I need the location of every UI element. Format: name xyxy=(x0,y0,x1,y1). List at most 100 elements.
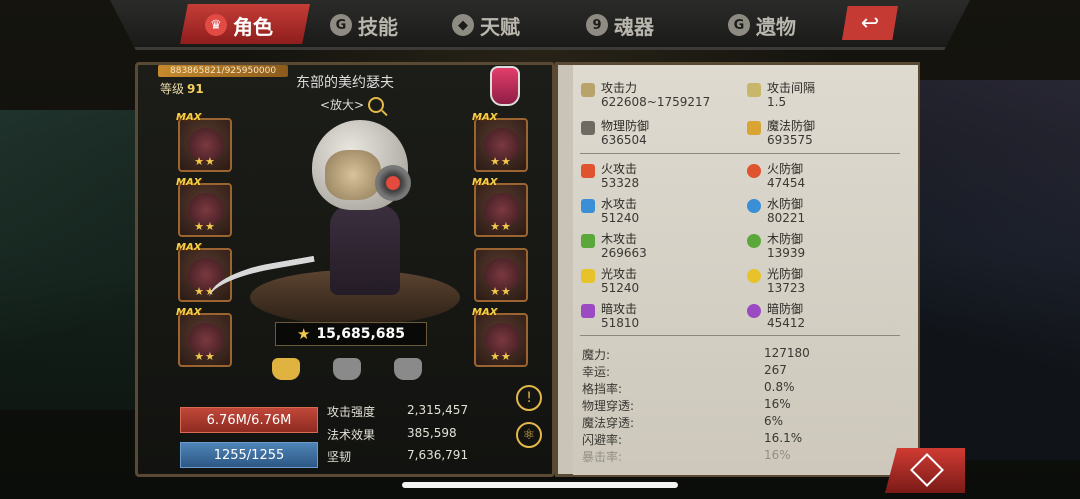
light-sword-icon xyxy=(581,269,595,283)
wood-sword-icon xyxy=(581,234,595,248)
stat-value: 45412 xyxy=(767,316,806,330)
stat-wood-attack: 木攻击 269663 xyxy=(581,232,647,260)
return-arrow-icon: ↩ xyxy=(860,10,880,36)
diamond-icon xyxy=(910,453,944,487)
stat-label: 木防御 xyxy=(767,232,804,246)
stat-label: 水防御 xyxy=(767,197,804,211)
stat-value: 16% xyxy=(764,397,791,411)
stat-crit-rate: 暴击率: 16% xyxy=(582,448,882,465)
sword-icon xyxy=(581,83,595,97)
stat-value: 385,598 xyxy=(407,426,457,440)
stat-magic-penetration: 魔法穿透: 6% xyxy=(582,414,882,431)
alert-icon[interactable]: ! xyxy=(516,385,542,411)
stat-spell-effect: 法术效果 385,598 xyxy=(327,426,487,443)
stat-value: 47454 xyxy=(767,176,806,190)
stat-value: 127180 xyxy=(764,346,810,360)
background-building-left xyxy=(0,110,140,410)
equip-slot-right-3[interactable]: ★★ xyxy=(474,248,528,302)
stat-physical-defense: 物理防御 636504 xyxy=(581,119,650,147)
stat-value: 13723 xyxy=(767,281,806,295)
equip-slot-right-1[interactable]: MAX ★★ xyxy=(472,112,528,172)
star-rating: ★★ xyxy=(490,220,512,233)
potion-icon[interactable] xyxy=(490,66,520,106)
stat-label: 火防御 xyxy=(767,162,804,176)
armor-set-icon-1[interactable] xyxy=(272,358,300,380)
max-badge: MAX xyxy=(176,112,202,123)
star-rating: ★★ xyxy=(194,220,216,233)
stat-attack-interval: 攻击间隔 1.5 xyxy=(747,81,816,109)
stat-label: 光攻击 xyxy=(601,267,638,281)
tab-talent[interactable]: ◆ 天赋 xyxy=(452,8,520,42)
stat-value: 16.1% xyxy=(764,431,803,445)
soul-icon: 9 xyxy=(586,14,608,36)
equip-slot-right-2[interactable]: MAX ★★ xyxy=(472,177,528,237)
stat-label: 木攻击 xyxy=(601,232,638,246)
hero-level: 等级 91 xyxy=(160,80,204,97)
stat-value: 269663 xyxy=(601,246,647,260)
star-rating: ★★ xyxy=(194,350,216,363)
armor-set-icon-3[interactable] xyxy=(394,358,422,380)
stat-label: 物理防御 xyxy=(601,119,650,133)
stat-physical-penetration: 物理穿透: 16% xyxy=(582,397,882,414)
light-shield-icon xyxy=(747,269,761,283)
tab-skills[interactable]: G 技能 xyxy=(330,8,398,42)
water-sword-icon xyxy=(581,199,595,213)
relic-icon: G xyxy=(728,14,750,36)
stat-label: 法术效果 xyxy=(327,428,376,442)
divider xyxy=(580,335,900,336)
stat-label: 光防御 xyxy=(767,267,804,281)
water-shield-icon xyxy=(747,199,761,213)
equip-slot-left-1[interactable]: MAX ★★ xyxy=(176,112,232,172)
stat-label: 物理穿透: xyxy=(582,399,635,413)
stat-label: 暴击率: xyxy=(582,450,623,464)
level-value: 91 xyxy=(187,82,204,96)
magnifier-icon xyxy=(368,96,385,113)
tab-soul[interactable]: 9 魂器 xyxy=(586,8,654,42)
equip-slot-left-2[interactable]: MAX ★★ xyxy=(176,177,232,237)
stat-label: 暗防御 xyxy=(767,302,804,316)
stat-label: 攻击强度 xyxy=(327,405,376,419)
tab-character[interactable]: ♛ 角色 xyxy=(205,8,273,42)
mp-bar: 1255/1255 xyxy=(180,442,318,468)
background-building-right xyxy=(910,80,1080,460)
stat-value: 7,636,791 xyxy=(407,448,469,462)
stat-label: 攻击间隔 xyxy=(767,81,816,95)
max-badge: MAX xyxy=(176,177,202,188)
hp-text: 6.76M/6.76M xyxy=(206,412,292,428)
stat-label: 魔力: xyxy=(582,348,611,362)
hero-helmet-gear xyxy=(375,165,411,201)
stat-label: 火攻击 xyxy=(601,162,638,176)
stat-mana: 魔力: 127180 xyxy=(582,346,882,363)
star-rating: ★★ xyxy=(490,285,512,298)
stat-label: 水攻击 xyxy=(601,197,638,211)
hero-face xyxy=(325,150,381,200)
equip-slot-right-4[interactable]: MAX ★★ xyxy=(472,307,528,367)
menu-corner-button[interactable] xyxy=(885,448,965,493)
shield-icon xyxy=(581,121,595,135)
stat-luck: 幸运: 267 xyxy=(582,363,882,380)
star-rating: ★★ xyxy=(490,350,512,363)
equip-slot-left-4[interactable]: MAX ★★ xyxy=(176,307,232,367)
hero-body xyxy=(330,205,400,295)
stat-label: 坚韧 xyxy=(327,450,352,464)
stat-value: 636504 xyxy=(601,133,647,147)
home-indicator[interactable] xyxy=(402,482,678,488)
zoom-button[interactable]: <放大> xyxy=(320,96,385,113)
stat-value: 51240 xyxy=(601,211,640,225)
skill-icon: G xyxy=(330,14,352,36)
armor-set-icon-2[interactable] xyxy=(333,358,361,380)
zoom-label: <放大> xyxy=(320,98,365,112)
tab-relic[interactable]: G 遗物 xyxy=(728,8,796,42)
stat-label: 格挡率: xyxy=(582,382,623,396)
stat-value: 53328 xyxy=(601,176,640,190)
stat-dark-attack: 暗攻击 51810 xyxy=(581,302,639,330)
stat-block-rate: 格挡率: 0.8% xyxy=(582,380,882,397)
orbit-icon[interactable]: ⚛ xyxy=(516,422,542,448)
exp-text: 883865821/925950000 xyxy=(170,66,277,76)
stat-magic-defense: 魔法防御 693575 xyxy=(747,119,815,147)
back-button[interactable]: ↩ xyxy=(842,6,898,40)
stat-value: 6% xyxy=(764,414,784,428)
fire-sword-icon xyxy=(581,164,595,178)
tab-skills-label: 技能 xyxy=(358,14,398,39)
stat-dark-defense: 暗防御 45412 xyxy=(747,302,806,330)
